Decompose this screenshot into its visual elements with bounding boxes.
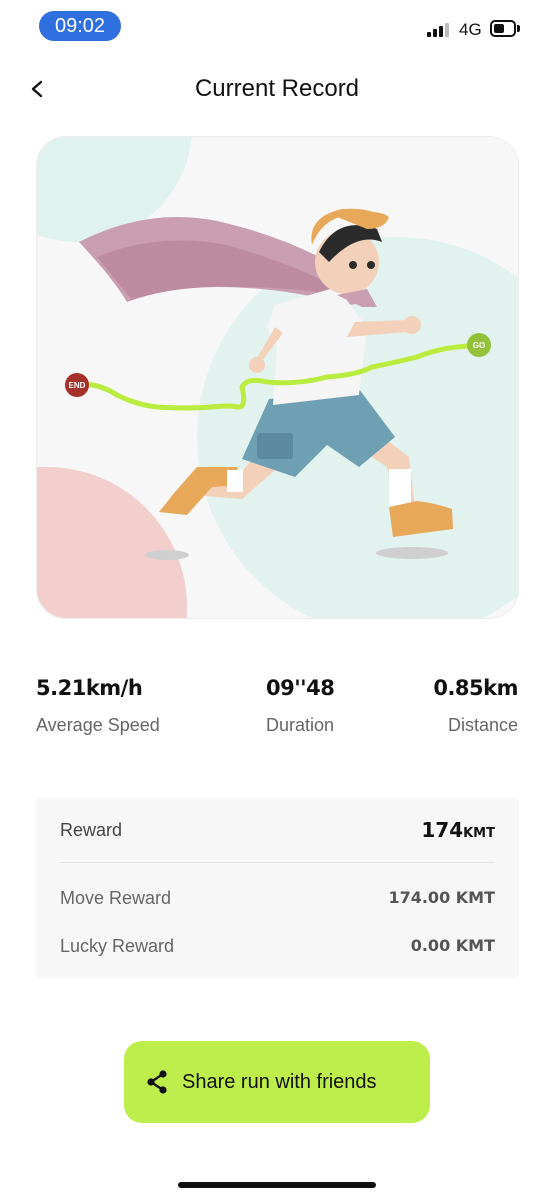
reward-total: 174KMT (421, 818, 495, 842)
battery-icon (490, 20, 520, 37)
go-marker-label: GO (473, 341, 485, 350)
run-illustration: END GO (36, 136, 519, 619)
share-run-label: Share run with friends (182, 1071, 377, 1093)
reward-total-row: Reward 174KMT (60, 798, 495, 863)
stat-value: 09''48 (266, 676, 335, 700)
move-reward-row: Move Reward 174.00 KMT (60, 884, 495, 914)
page-title: Current Record (194, 75, 360, 102)
lucky-reward-row: Lucky Reward 0.00 KMT (60, 932, 495, 962)
stat-average-speed: 5.21km/h Average Speed (36, 676, 160, 736)
reward-total-unit: KMT (463, 826, 495, 841)
end-marker-label: END (69, 381, 86, 390)
top-nav: Current Record (0, 60, 554, 118)
reward-label: Reward (60, 820, 123, 840)
lucky-reward-value: 0.00 KMT (410, 936, 495, 955)
runner-route-illustration: END GO (37, 137, 518, 618)
network-type: 4G (459, 20, 482, 39)
run-stats: 5.21km/h Average Speed 09''48 Duration 0… (0, 676, 554, 746)
move-reward-label: Move Reward (60, 888, 172, 908)
stat-label: Distance (447, 715, 518, 735)
stat-label: Average Speed (36, 715, 160, 735)
share-icon (147, 1070, 167, 1094)
stat-value: 5.21km/h (36, 676, 143, 700)
reward-card: Reward 174KMT Move Reward 174.00 KMT Luc… (36, 798, 519, 978)
move-reward-value: 174.00 KMT (388, 888, 495, 907)
stat-value: 0.85km (433, 676, 518, 700)
home-indicator (178, 1182, 376, 1188)
status-bar: 09:02 4G (0, 0, 554, 52)
stat-duration: 09''48 Duration (266, 676, 335, 736)
status-time: 09:02 (39, 11, 121, 41)
reward-total-value: 174 (421, 818, 464, 842)
signal-icon (427, 23, 451, 37)
lucky-reward-label: Lucky Reward (60, 936, 175, 956)
stat-label: Duration (266, 715, 335, 735)
stat-distance: 0.85km Distance (433, 676, 518, 736)
share-run-button[interactable]: Share run with friends (124, 1041, 430, 1123)
